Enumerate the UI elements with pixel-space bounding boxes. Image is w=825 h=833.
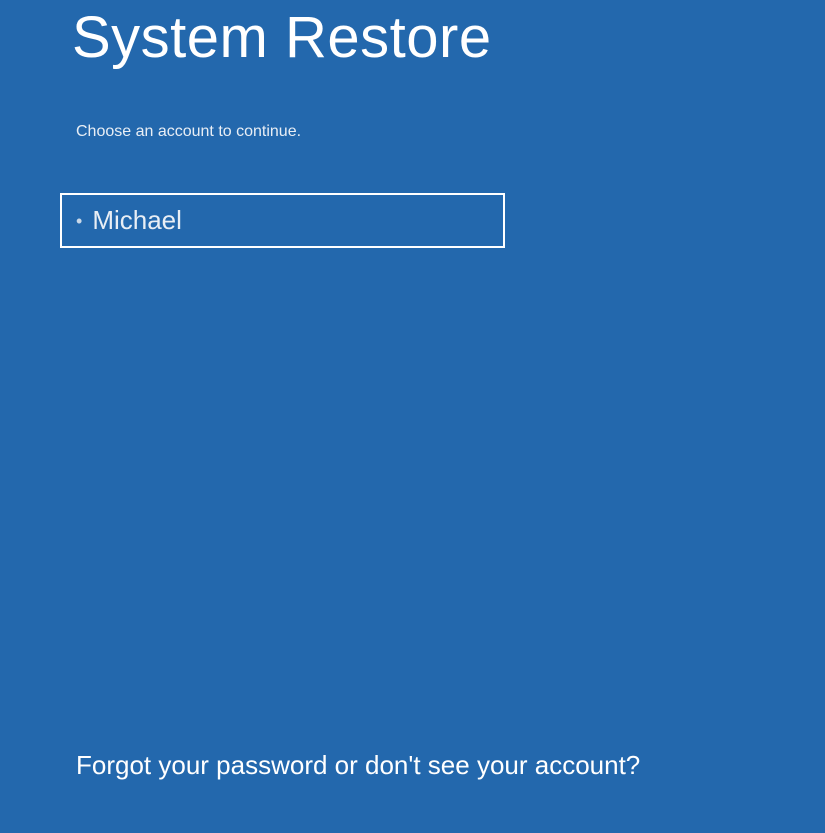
instruction-text: Choose an account to continue. [76,123,825,141]
account-item-michael[interactable]: • Michael [60,193,505,248]
account-list: • Michael [60,193,825,248]
page-title: System Restore [72,4,825,71]
account-name-label: Michael [92,205,182,236]
forgot-password-link[interactable]: Forgot your password or don't see your a… [76,750,640,781]
bullet-icon: • [76,212,82,230]
